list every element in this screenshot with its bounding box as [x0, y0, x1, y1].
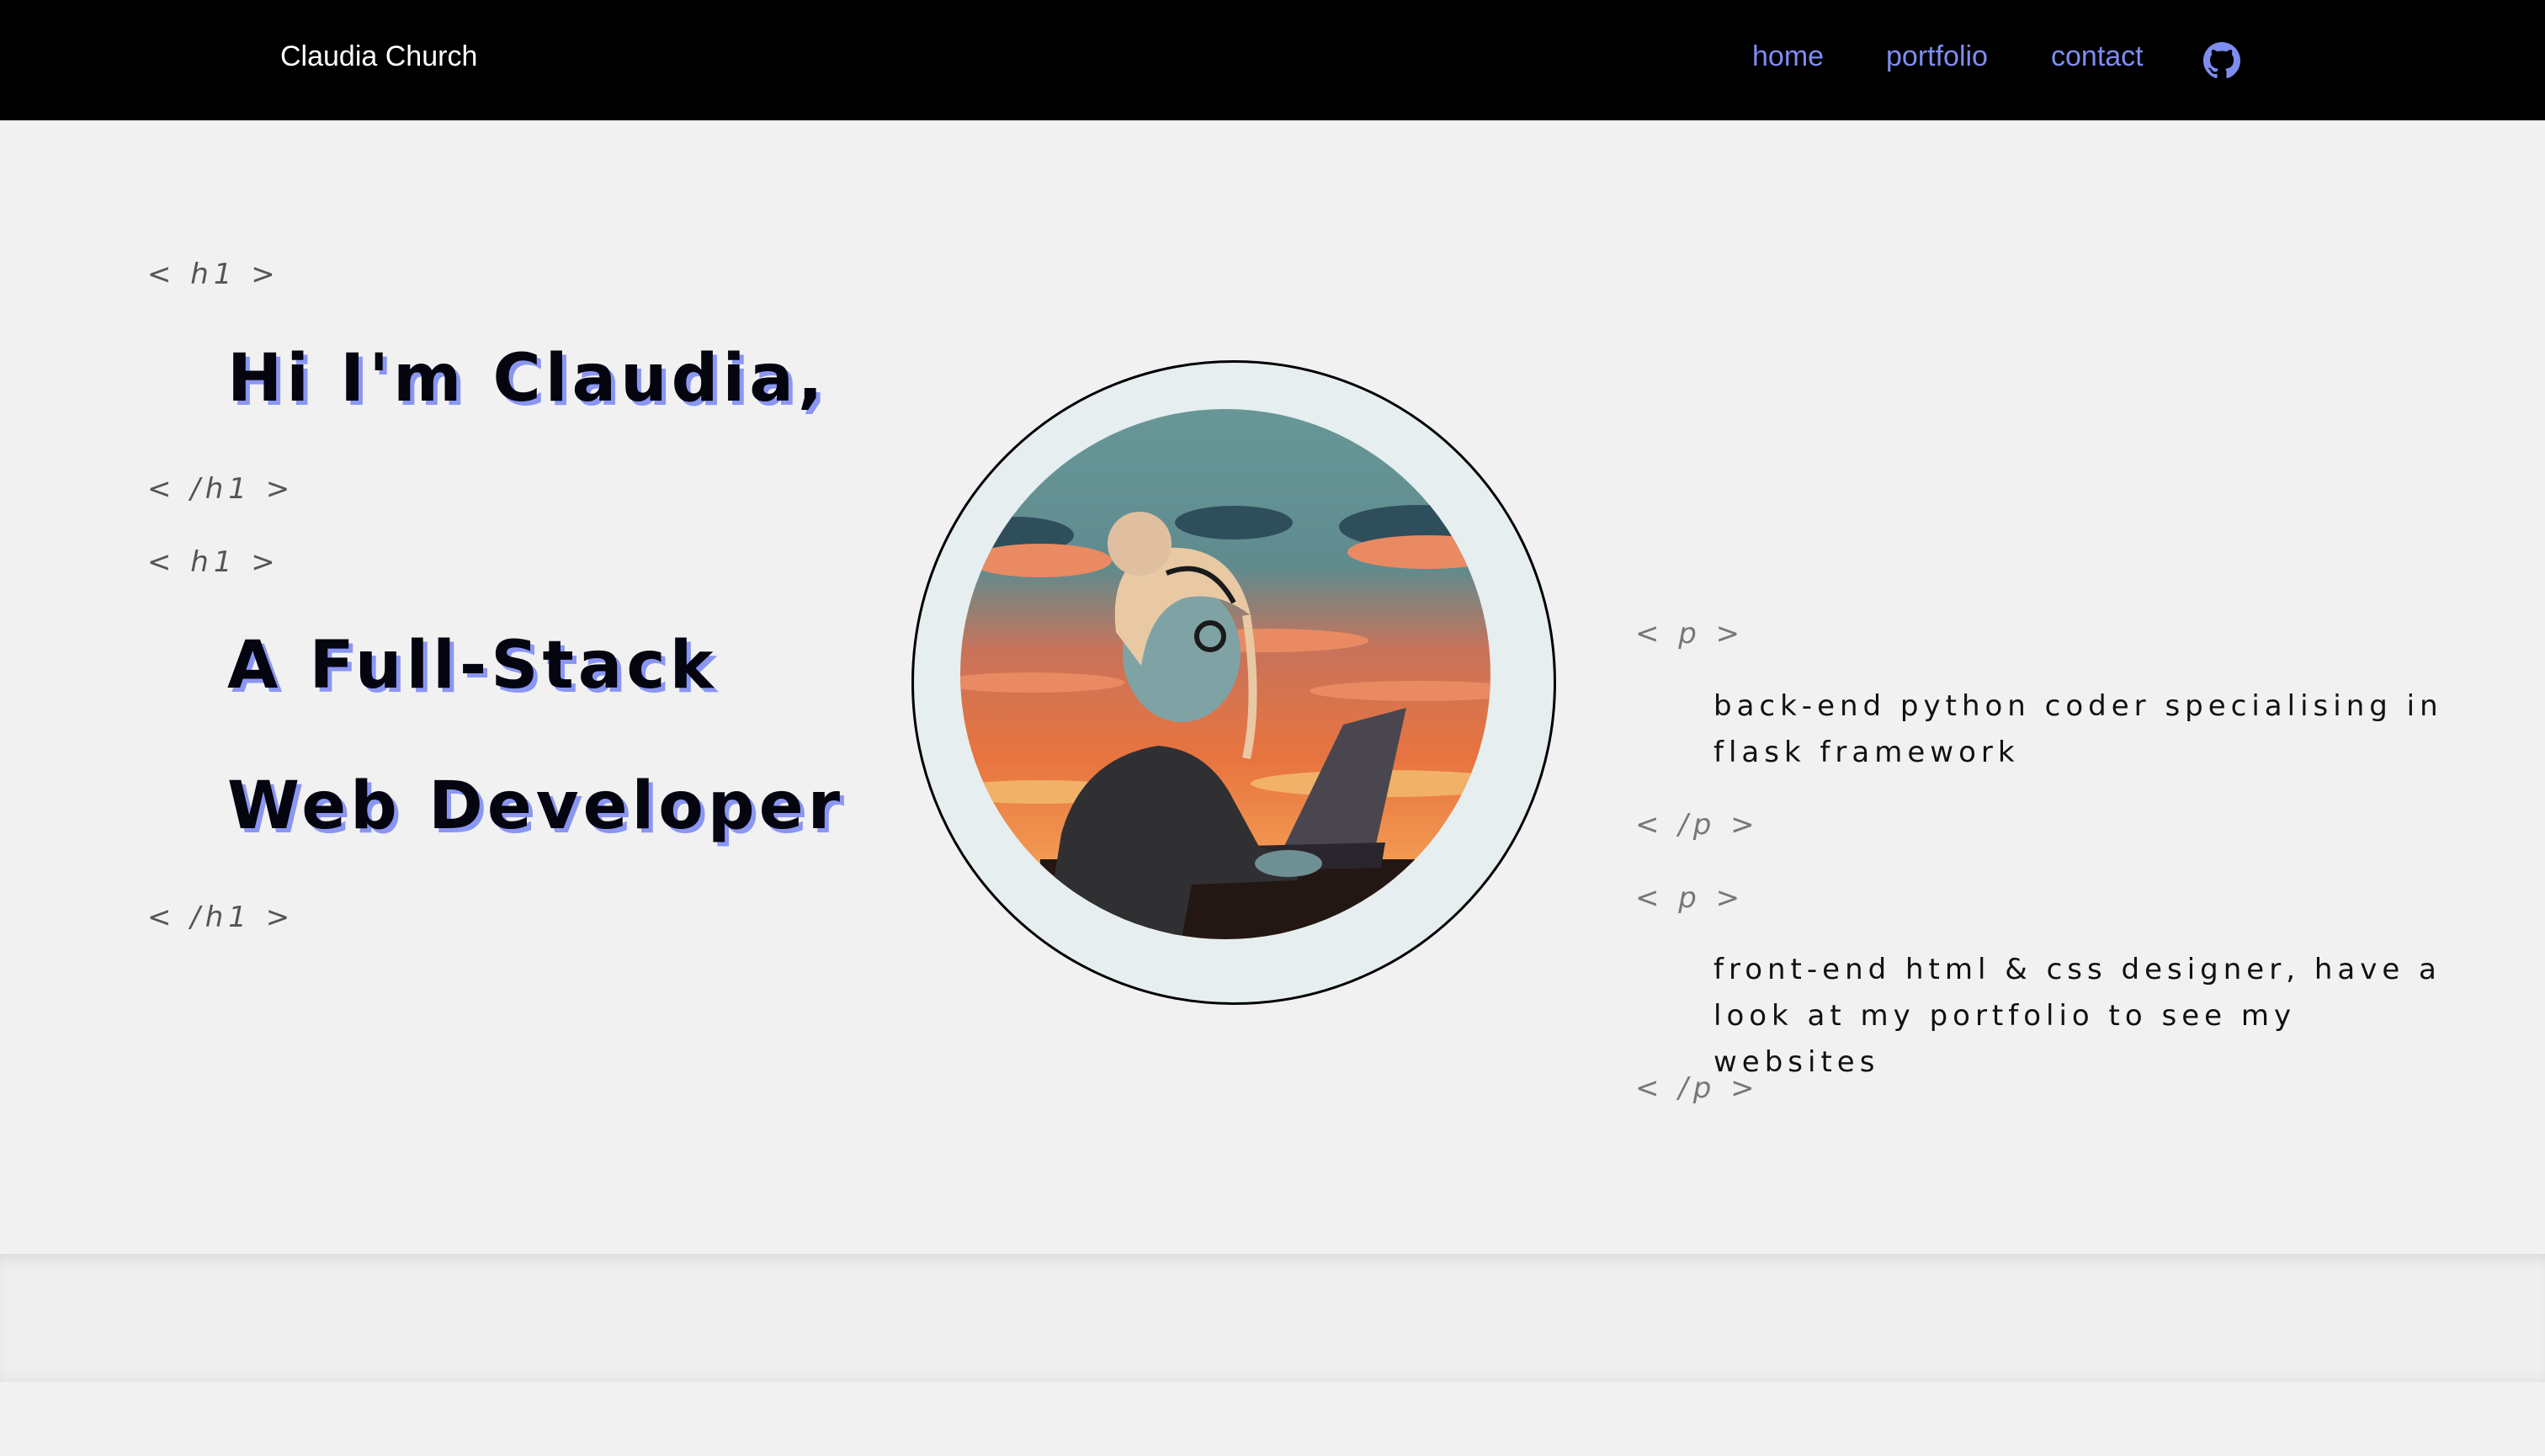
about-paragraph-1: back-end python coder specialising in fl…: [1713, 689, 2443, 769]
h1-close-tag: < /h1 >: [147, 472, 295, 506]
avatar: [911, 360, 1556, 1005]
h1-open-tag-2: < h1 >: [147, 545, 280, 579]
about-paragraph-2: front-end html & css designer, have a lo…: [1713, 953, 2441, 1079]
p-open-tag-2: < p >: [1635, 881, 1745, 915]
footer-band: [0, 1254, 2545, 1382]
role-heading-line2: Web Developer: [227, 768, 845, 844]
github-icon[interactable]: [2203, 42, 2240, 79]
p-open-tag: < p >: [1635, 617, 1745, 651]
greeting-heading: Hi I'm Claudia,: [227, 341, 827, 417]
h1-close-tag-2: < /h1 >: [147, 901, 295, 934]
role-heading-line1: A Full-Stack: [227, 628, 718, 704]
nav-home-link[interactable]: home: [1752, 40, 1824, 73]
nav-contact-link[interactable]: contact: [2051, 40, 2144, 73]
p-close-tag-2: < /p >: [1635, 1071, 1760, 1105]
h1-open-tag: < h1 >: [147, 258, 280, 291]
nav-portfolio-link[interactable]: portfolio: [1886, 40, 1988, 73]
p-close-tag: < /p >: [1635, 808, 1760, 842]
navbar: Claudia Church home portfolio contact: [0, 0, 2545, 120]
brand-name[interactable]: Claudia Church: [280, 40, 477, 73]
